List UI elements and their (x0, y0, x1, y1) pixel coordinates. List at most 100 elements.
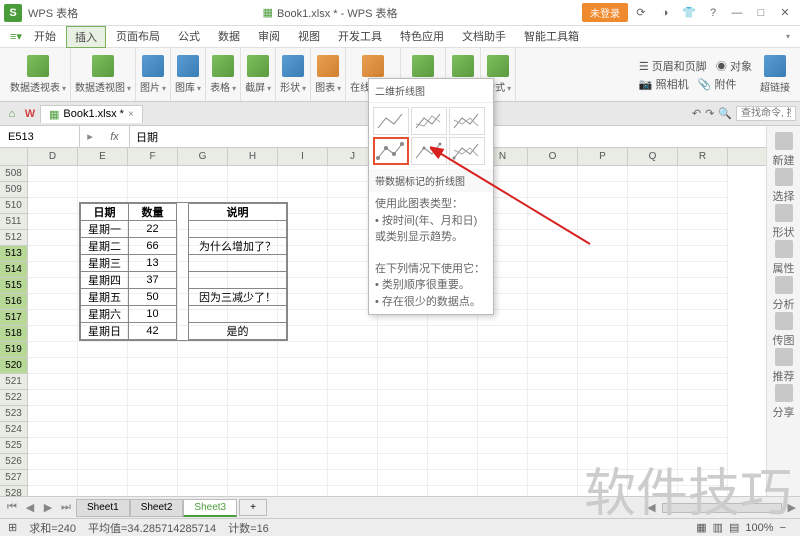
side-形状[interactable]: 形状 (773, 204, 795, 240)
td[interactable]: 因为三减少了！ (189, 289, 287, 306)
td[interactable]: 星期二 (81, 238, 129, 255)
cell[interactable] (378, 406, 428, 422)
add-sheet-button[interactable]: + (239, 499, 267, 516)
cell[interactable] (578, 454, 628, 470)
td[interactable]: 13 (129, 255, 177, 272)
cell[interactable] (228, 422, 278, 438)
td[interactable]: 星期三 (81, 255, 129, 272)
col-header-E[interactable]: E (78, 148, 128, 165)
cell[interactable] (628, 294, 678, 310)
cell[interactable] (628, 182, 678, 198)
cell[interactable] (628, 262, 678, 278)
cell[interactable] (178, 390, 228, 406)
cell[interactable] (78, 358, 128, 374)
td[interactable]: 星期日 (81, 323, 129, 340)
cell[interactable] (228, 358, 278, 374)
side-推荐[interactable]: 推荐 (773, 348, 795, 384)
cell[interactable] (378, 390, 428, 406)
side-传图[interactable]: 传图 (773, 312, 795, 348)
cell[interactable] (78, 438, 128, 454)
cell[interactable] (278, 422, 328, 438)
side-分享[interactable]: 分享 (773, 384, 795, 420)
cell[interactable] (628, 422, 678, 438)
th-[interactable] (177, 204, 189, 221)
command-search-input[interactable] (736, 106, 796, 121)
cell[interactable] (278, 342, 328, 358)
zoom-value[interactable]: 100% (745, 522, 773, 534)
cell[interactable] (578, 262, 628, 278)
cell[interactable] (678, 326, 728, 342)
cell[interactable] (528, 422, 578, 438)
row-header-521[interactable]: 521 (0, 374, 27, 390)
zoom-out-icon[interactable]: − (780, 522, 786, 534)
th-说明[interactable]: 说明 (189, 204, 287, 221)
cell[interactable] (178, 406, 228, 422)
menu-智能工具箱[interactable]: 智能工具箱 (516, 26, 587, 48)
cell[interactable] (528, 230, 578, 246)
hscroll-left-icon[interactable]: ◀ (647, 501, 655, 514)
cell[interactable] (28, 342, 78, 358)
cell[interactable] (28, 406, 78, 422)
cell[interactable] (228, 182, 278, 198)
sheet-tab-Sheet2[interactable]: Sheet2 (130, 499, 184, 517)
cell[interactable] (628, 166, 678, 182)
row-header-518[interactable]: 518 (0, 326, 27, 342)
cell[interactable] (478, 326, 528, 342)
cell[interactable] (178, 438, 228, 454)
cell[interactable] (228, 374, 278, 390)
cell[interactable] (628, 278, 678, 294)
cell[interactable] (278, 390, 328, 406)
cell[interactable] (578, 470, 628, 486)
cell[interactable] (28, 374, 78, 390)
td[interactable]: 星期一 (81, 221, 129, 238)
cell[interactable] (228, 454, 278, 470)
cell[interactable] (428, 358, 478, 374)
row-header-526[interactable]: 526 (0, 454, 27, 470)
sheet-tab-Sheet1[interactable]: Sheet1 (76, 499, 130, 517)
row-header-527[interactable]: 527 (0, 470, 27, 486)
cell[interactable] (678, 230, 728, 246)
cell[interactable] (378, 326, 428, 342)
cell[interactable] (528, 310, 578, 326)
view-page-icon[interactable]: ▥ (713, 521, 723, 534)
cell[interactable] (428, 374, 478, 390)
td[interactable] (177, 238, 189, 255)
cell[interactable] (478, 342, 528, 358)
row-header-514[interactable]: 514 (0, 262, 27, 278)
menu-插入[interactable]: 插入 (66, 26, 106, 48)
cell[interactable] (578, 358, 628, 374)
cell[interactable] (678, 342, 728, 358)
row-header-508[interactable]: 508 (0, 166, 27, 182)
cell[interactable] (128, 166, 178, 182)
cell[interactable] (228, 390, 278, 406)
side-分析[interactable]: 分析 (773, 276, 795, 312)
cell[interactable] (178, 342, 228, 358)
docer-tab-icon[interactable]: W (22, 106, 38, 122)
cell[interactable] (78, 422, 128, 438)
cell[interactable] (528, 358, 578, 374)
cell[interactable] (28, 294, 78, 310)
col-header-D[interactable]: D (28, 148, 78, 165)
td[interactable]: 星期四 (81, 272, 129, 289)
horizontal-scrollbar[interactable] (662, 503, 782, 513)
cell[interactable] (528, 374, 578, 390)
close-icon[interactable]: ✕ (774, 4, 796, 22)
row-header-511[interactable]: 511 (0, 214, 27, 230)
cell[interactable] (528, 198, 578, 214)
cell[interactable] (528, 454, 578, 470)
cell[interactable] (128, 406, 178, 422)
cell[interactable] (328, 374, 378, 390)
cell[interactable] (578, 422, 628, 438)
cell[interactable] (328, 438, 378, 454)
ribbon-camera[interactable]: 📷 照相机 📎 附件 (639, 76, 752, 92)
cell[interactable] (578, 390, 628, 406)
cell[interactable] (178, 470, 228, 486)
td[interactable]: 42 (129, 323, 177, 340)
row-header-520[interactable]: 520 (0, 358, 27, 374)
cell[interactable] (628, 198, 678, 214)
cell[interactable] (678, 454, 728, 470)
view-normal-icon[interactable]: ▦ (696, 521, 706, 534)
cell[interactable] (578, 342, 628, 358)
cell[interactable] (628, 470, 678, 486)
menu-特色应用[interactable]: 特色应用 (392, 26, 452, 48)
